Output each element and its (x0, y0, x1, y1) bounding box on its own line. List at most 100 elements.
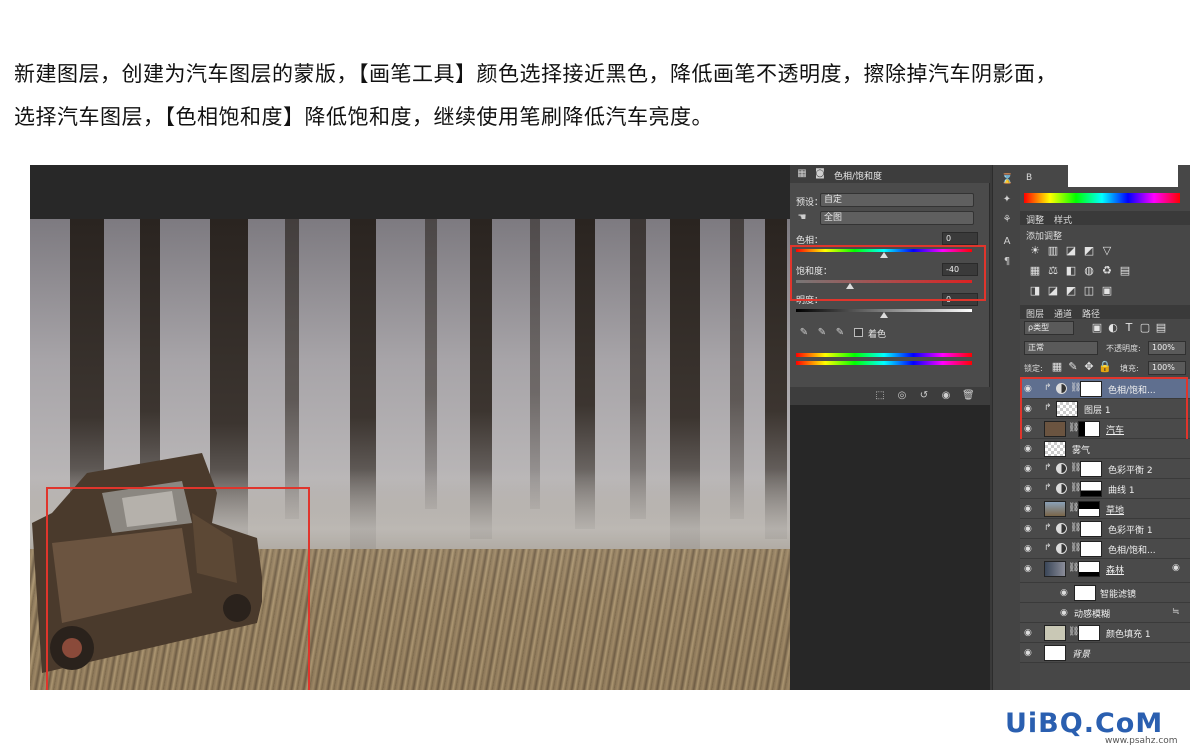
layer-row[interactable]: ◉ ↱ ⛓ 色相/饱和... (1020, 539, 1190, 559)
smart-filter-toggle-icon[interactable]: ◉ (1172, 563, 1180, 573)
mask-icon[interactable]: ◙ (814, 169, 826, 179)
eye-icon[interactable]: ◉ (1024, 524, 1032, 534)
reset-icon[interactable]: ↺ (918, 391, 930, 401)
filter-shape-icon[interactable]: ▢ (1138, 322, 1152, 334)
opacity-field[interactable]: 100% (1148, 341, 1186, 355)
layer-mask-thumbnail[interactable] (1078, 561, 1100, 577)
layer-row[interactable]: ◉ ↱ ⛓ 曲线 1 (1020, 479, 1190, 499)
filter-type-icon[interactable]: T (1122, 322, 1136, 334)
filter-options-icon[interactable]: ≒ (1172, 607, 1180, 617)
trash-icon[interactable]: 🗑 (962, 391, 975, 401)
vibrance-adjust-icon[interactable]: ▽ (1100, 245, 1114, 257)
tab-layers[interactable]: 图层 (1026, 307, 1044, 320)
adjustment-icon[interactable]: ▦ (796, 169, 808, 179)
eye-icon[interactable]: ◉ (1024, 564, 1032, 574)
layer-mask-thumbnail[interactable] (1080, 481, 1102, 497)
eye-icon[interactable]: ◉ (1060, 608, 1068, 618)
eye-icon[interactable]: ◉ (1024, 544, 1032, 554)
exposure-adjust-icon[interactable]: ◩ (1082, 245, 1096, 257)
photo-filter-adjust-icon[interactable]: ◍ (1082, 265, 1096, 277)
eyedropper-plus-icon[interactable]: ✎ (816, 328, 828, 338)
invert-adjust-icon[interactable]: ◨ (1028, 285, 1042, 297)
layer-row[interactable]: ◉ ↱ ⛓ 色彩平衡 1 (1020, 519, 1190, 539)
blend-mode-select[interactable]: 正常 (1024, 341, 1098, 355)
layer-row[interactable]: ◉ 动感模糊 ≒ (1020, 603, 1190, 623)
fill-field[interactable]: 100% (1148, 361, 1186, 375)
document-canvas[interactable] (30, 219, 800, 690)
eye-icon[interactable]: ◉ (1024, 484, 1032, 494)
color-spectrum-bar[interactable] (1024, 193, 1180, 203)
eye-icon[interactable]: ◉ (1060, 588, 1068, 598)
layer-thumbnail[interactable] (1044, 625, 1066, 641)
hue-sat-adjust-icon[interactable]: ▦ (1028, 265, 1042, 277)
layer-mask-thumbnail[interactable] (1078, 501, 1100, 517)
tab-channels[interactable]: 通道 (1054, 307, 1072, 320)
smart-filter-mask-thumbnail[interactable] (1074, 585, 1096, 601)
character-icon[interactable]: A (1001, 237, 1013, 247)
layer-row[interactable]: ◉ 智能滤镜 (1020, 583, 1190, 603)
layer-thumbnail[interactable] (1044, 501, 1066, 517)
eye-icon[interactable]: ◉ (1024, 504, 1032, 514)
colorize-checkbox[interactable] (854, 328, 863, 337)
curves-adjust-icon[interactable]: ◪ (1064, 245, 1078, 257)
tab-adjustments[interactable]: 调整 (1026, 213, 1044, 226)
layer-row[interactable]: ◉ ⛓ 草地 (1020, 499, 1190, 519)
eyedropper-icon[interactable]: ✎ (798, 328, 810, 338)
layer-name: 动感模糊 (1074, 610, 1111, 620)
layer-filter-select[interactable]: ρ类型 (1024, 321, 1074, 335)
lock-paint-icon[interactable]: ✎ (1066, 361, 1080, 373)
view-previous-icon[interactable]: ◎ (896, 391, 908, 401)
lightness-slider-thumb[interactable] (880, 312, 888, 318)
eye-icon[interactable]: ◉ (1024, 628, 1032, 638)
brush-preset-icon[interactable]: ✦ (1001, 195, 1013, 205)
lock-move-icon[interactable]: ✥ (1082, 361, 1096, 373)
eye-icon[interactable]: ◉ (1024, 444, 1032, 454)
threshold-adjust-icon[interactable]: ◩ (1064, 285, 1078, 297)
layer-thumbnail[interactable] (1044, 441, 1066, 457)
properties-title: 色相/饱和度 (834, 172, 883, 182)
layer-mask-thumbnail[interactable] (1080, 461, 1102, 477)
posterize-adjust-icon[interactable]: ◪ (1046, 285, 1060, 297)
clip-to-layer-icon[interactable]: ⬚ (874, 391, 886, 401)
layer-name: 色彩平衡 1 (1108, 526, 1153, 536)
layer-mask-thumbnail[interactable] (1080, 541, 1102, 557)
layer-thumbnail[interactable] (1044, 561, 1066, 577)
visibility-icon[interactable]: ◉ (940, 391, 952, 401)
hand-tool-icon[interactable]: ☚ (796, 213, 808, 223)
preset-label: 预设： (796, 198, 824, 208)
layer-row[interactable]: ◉ 背景 (1020, 643, 1190, 663)
clone-source-icon[interactable]: ⚘ (1001, 215, 1013, 225)
gradient-map-adjust-icon[interactable]: ◫ (1082, 285, 1096, 297)
eyedropper-minus-icon[interactable]: ✎ (834, 328, 846, 338)
black-white-adjust-icon[interactable]: ◧ (1064, 265, 1078, 277)
lock-all-icon[interactable]: 🔒 (1098, 361, 1112, 373)
layer-row[interactable]: ◉ 雾气 (1020, 439, 1190, 459)
right-panels: B 调整 样式 添加调整 ☀ ▥ ◪ ◩ ▽ ▦ ⚖ ◧ ◍ ♻ ▤ ◨ ◪ ◩… (1020, 165, 1190, 690)
tab-paths[interactable]: 路径 (1082, 307, 1100, 320)
paragraph-icon[interactable]: ¶ (1001, 257, 1013, 267)
levels-adjust-icon[interactable]: ▥ (1046, 245, 1060, 257)
layer-row[interactable]: ◉ ↱ ⛓ 色彩平衡 2 (1020, 459, 1190, 479)
filter-smart-icon[interactable]: ▤ (1154, 322, 1168, 334)
lock-transparent-icon[interactable]: ▦ (1050, 361, 1064, 373)
layer-thumbnail[interactable] (1044, 645, 1066, 661)
layer-mask-thumbnail[interactable] (1080, 521, 1102, 537)
channel-select[interactable]: 全图 (820, 211, 974, 225)
selective-color-adjust-icon[interactable]: ▣ (1100, 285, 1114, 297)
color-balance-adjust-icon[interactable]: ⚖ (1046, 265, 1060, 277)
layer-mask-thumbnail[interactable] (1078, 625, 1100, 641)
brightness-adjust-icon[interactable]: ☀ (1028, 245, 1042, 257)
eye-icon[interactable]: ◉ (1024, 648, 1032, 658)
color-lookup-adjust-icon[interactable]: ▤ (1118, 265, 1132, 277)
eye-icon[interactable]: ◉ (1024, 464, 1032, 474)
tab-styles[interactable]: 样式 (1054, 213, 1072, 226)
history-icon[interactable]: ⌛ (1001, 175, 1013, 185)
filter-pixel-icon[interactable]: ▣ (1090, 322, 1104, 334)
layer-row[interactable]: ◉ ⛓ 颜色填充 1 (1020, 623, 1190, 643)
filter-adjustment-icon[interactable]: ◐ (1106, 322, 1120, 334)
preset-select[interactable]: 自定 (820, 193, 974, 207)
hue-value-field[interactable]: 0 (942, 232, 978, 245)
channel-mixer-adjust-icon[interactable]: ♻ (1100, 265, 1114, 277)
layer-row[interactable]: ◉ ⛓ 森林 ◉ (1020, 559, 1190, 583)
layer-name: 森林 (1106, 566, 1125, 576)
